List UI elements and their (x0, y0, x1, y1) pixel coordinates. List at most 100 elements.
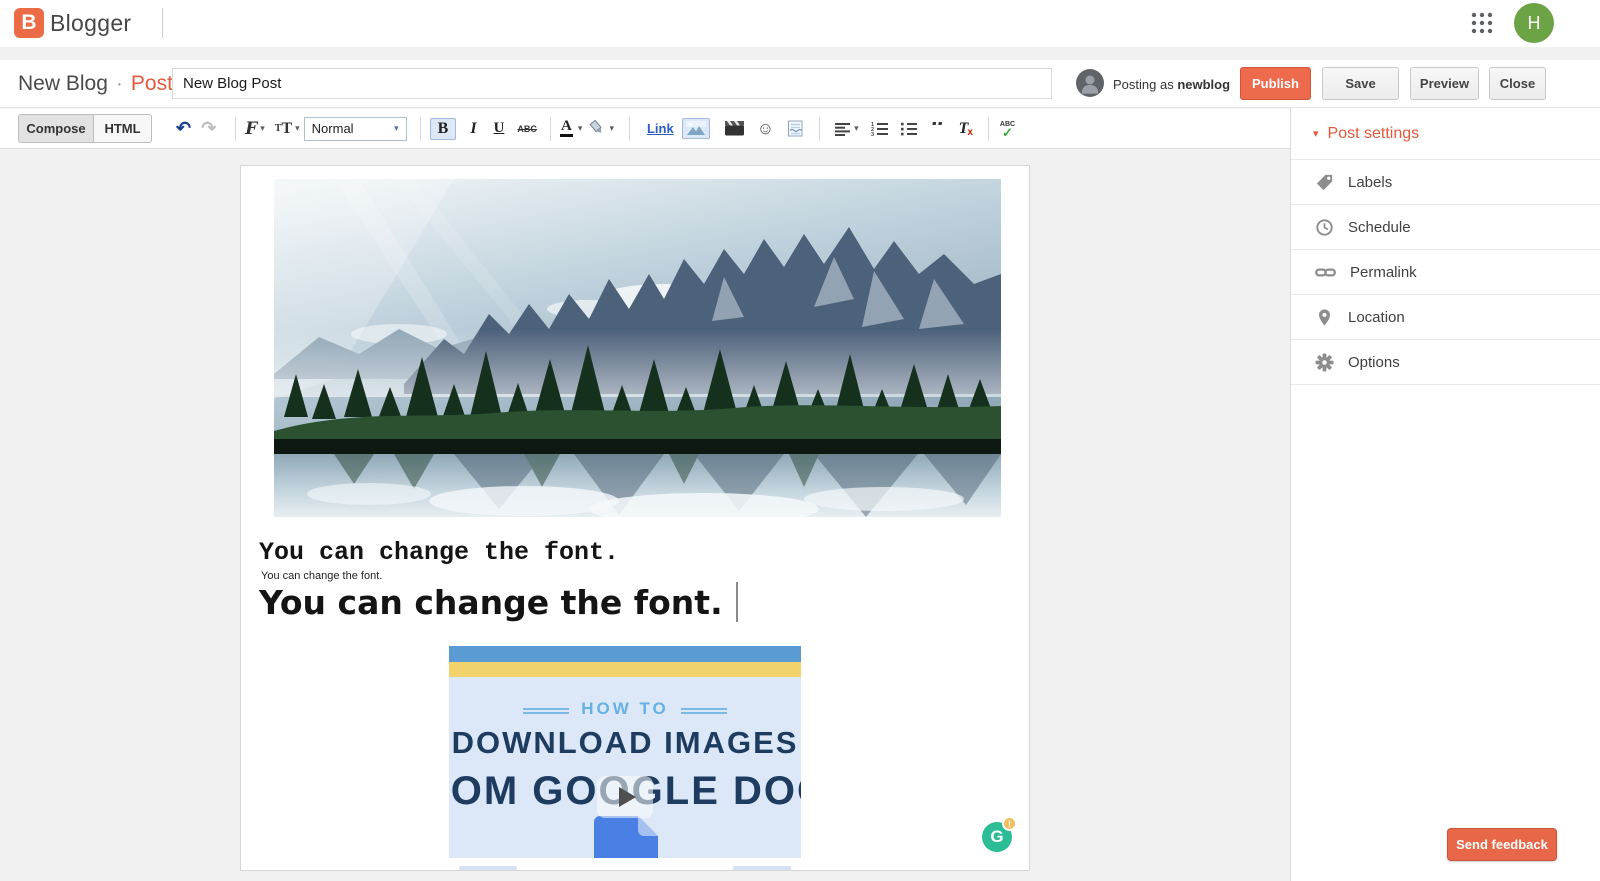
post-type-label: Post (130, 72, 173, 95)
sidebar-item-schedule[interactable]: Schedule (1291, 205, 1600, 250)
editor-mode-toggle: Compose HTML (18, 114, 152, 143)
thumb-title-line1-wrap: DOWNLOAD IMAGES (449, 719, 801, 761)
post-body-editor[interactable]: You can change the font. You can change … (240, 165, 1030, 871)
remove-formatting-button[interactable]: T x (959, 120, 973, 138)
post-title-input[interactable] (172, 68, 1052, 99)
compose-tab[interactable]: Compose (18, 114, 94, 143)
italic-button[interactable]: I (464, 118, 482, 140)
bullet-list-button[interactable] (900, 121, 918, 136)
chevron-down-icon: ▾ (295, 123, 300, 133)
account-avatar[interactable]: H (1514, 3, 1554, 43)
gear-icon (1315, 352, 1334, 372)
author-avatar (1076, 68, 1104, 100)
grammarly-g-icon: G (990, 827, 1004, 846)
video-icon (724, 121, 744, 136)
grammarly-alert-badge: ! (1002, 816, 1017, 831)
sidebar-item-permalink[interactable]: Permalink (1291, 250, 1600, 295)
chevron-down-icon: ▾ (394, 123, 399, 133)
bold-button[interactable]: B (429, 117, 457, 140)
blogger-logo-icon[interactable]: B (14, 8, 44, 38)
thumb-yellow-stripe (449, 662, 801, 677)
highlight-color-button[interactable]: ▾ (588, 120, 614, 137)
preview-button[interactable]: Preview (1410, 67, 1479, 100)
blog-name: New Blog (18, 72, 108, 95)
editor-line-small[interactable]: You can change the font. (261, 570, 382, 582)
sidebar-item-label: Schedule (1348, 218, 1411, 236)
insert-video-button[interactable] (724, 121, 744, 136)
mountain-lake-photo[interactable] (274, 179, 1001, 525)
font-size-button[interactable]: T T ▾ (275, 120, 300, 138)
play-button[interactable] (597, 776, 653, 818)
strikethrough-button[interactable]: ABC (517, 124, 537, 134)
link-icon (1315, 268, 1336, 276)
spellcheck-check-icon: ✓ (1002, 124, 1013, 140)
thumb-title-line1: DOWNLOAD IMAGES (451, 725, 799, 760)
remove-format-x: x (967, 126, 973, 138)
insert-emoji-button[interactable]: ☺ (757, 119, 774, 139)
blog-handle: newblog (1177, 76, 1231, 92)
underline-button[interactable]: U (489, 118, 510, 139)
image-icon (685, 121, 706, 136)
font-size-icon: T (274, 123, 282, 134)
paragraph-format-select[interactable]: Normal ▾ (303, 116, 407, 141)
sidebar-item-location[interactable]: Location (1291, 295, 1600, 340)
insert-jump-break-button[interactable] (787, 120, 804, 137)
publish-button[interactable]: Publish (1240, 67, 1311, 100)
brand-title: Blogger (50, 10, 132, 36)
sidebar-item-label: Location (1348, 308, 1405, 326)
text-color-icon: A (559, 119, 573, 137)
breadcrumb-separator: · (115, 72, 123, 95)
tag-icon (1316, 174, 1333, 190)
sidebar-item-labels[interactable]: Labels (1291, 160, 1600, 205)
sidebar-item-label: Permalink (1350, 263, 1417, 281)
grammarly-button[interactable]: G ! (982, 816, 1017, 852)
sidebar-item-options[interactable]: Options (1291, 340, 1600, 385)
kicker-rule (680, 708, 727, 710)
kicker-rule (523, 708, 570, 710)
editor-line-large[interactable]: You can change the font. (259, 582, 738, 622)
redo-button[interactable]: ↷ (201, 118, 216, 139)
font-icon: F (245, 118, 258, 139)
alignment-button[interactable]: ▾ (835, 122, 859, 136)
breadcrumb: New Blog · Post (18, 60, 173, 108)
undo-button[interactable]: ↶ (176, 118, 191, 139)
post-settings-header[interactable]: ▾ Post settings (1291, 108, 1600, 160)
collapse-triangle-icon: ▾ (1313, 128, 1319, 140)
blogger-post-editor: B Blogger H New Blog · Post New Blog Pos… (0, 0, 1600, 881)
blockquote-button[interactable]: “ (931, 122, 946, 136)
save-button[interactable]: Save (1322, 67, 1399, 100)
chevron-down-icon: ▾ (260, 123, 265, 133)
html-tab[interactable]: HTML (94, 114, 152, 143)
editor-line-monospace[interactable]: You can change the font. (259, 538, 619, 567)
spellcheck-button[interactable]: ABC ✓ (1000, 121, 1015, 140)
toolbar-divider (628, 116, 630, 141)
numbered-list-button[interactable]: 1 2 3 (871, 121, 889, 136)
send-feedback-button[interactable]: Send feedback (1447, 828, 1557, 861)
thumb-blue-stripe (449, 646, 801, 662)
thumb-bar (459, 866, 517, 870)
posting-as: Posting as newblog (1076, 60, 1230, 108)
toolbar-divider (419, 116, 421, 141)
thumb-kicker: HOW TO (581, 699, 669, 718)
toolbar-divider (235, 116, 237, 141)
post-settings-sidebar: ▾ Post settings Labels Schedule Permalin… (1290, 108, 1600, 881)
close-button[interactable]: Close (1489, 67, 1546, 100)
thumb-bar (733, 866, 791, 870)
play-icon (619, 787, 636, 807)
clock-icon (1316, 218, 1333, 236)
format-value: Normal (311, 121, 354, 136)
insert-image-button[interactable] (681, 118, 710, 139)
align-left-icon (835, 122, 851, 136)
post-settings-title: Post settings (1327, 124, 1420, 142)
text-color-button[interactable]: A ▾ (559, 119, 582, 137)
google-apps-grid-icon[interactable] (1471, 12, 1493, 34)
toolbar-divider (549, 116, 551, 141)
editor-line-large-text: You can change the font. (259, 582, 723, 622)
video-thumbnail[interactable]: HOW TO DOWNLOAD IMAGES FROM GOOGLE DOCS (449, 646, 801, 870)
posting-as-prefix: Posting as (1113, 76, 1174, 92)
insert-link-button[interactable]: Link (647, 121, 674, 136)
font-family-button[interactable]: F ▾ (245, 119, 265, 139)
ordered-list-icon: 1 2 3 (871, 122, 888, 136)
page-break-icon (788, 120, 803, 137)
toolbar-divider (987, 116, 989, 141)
